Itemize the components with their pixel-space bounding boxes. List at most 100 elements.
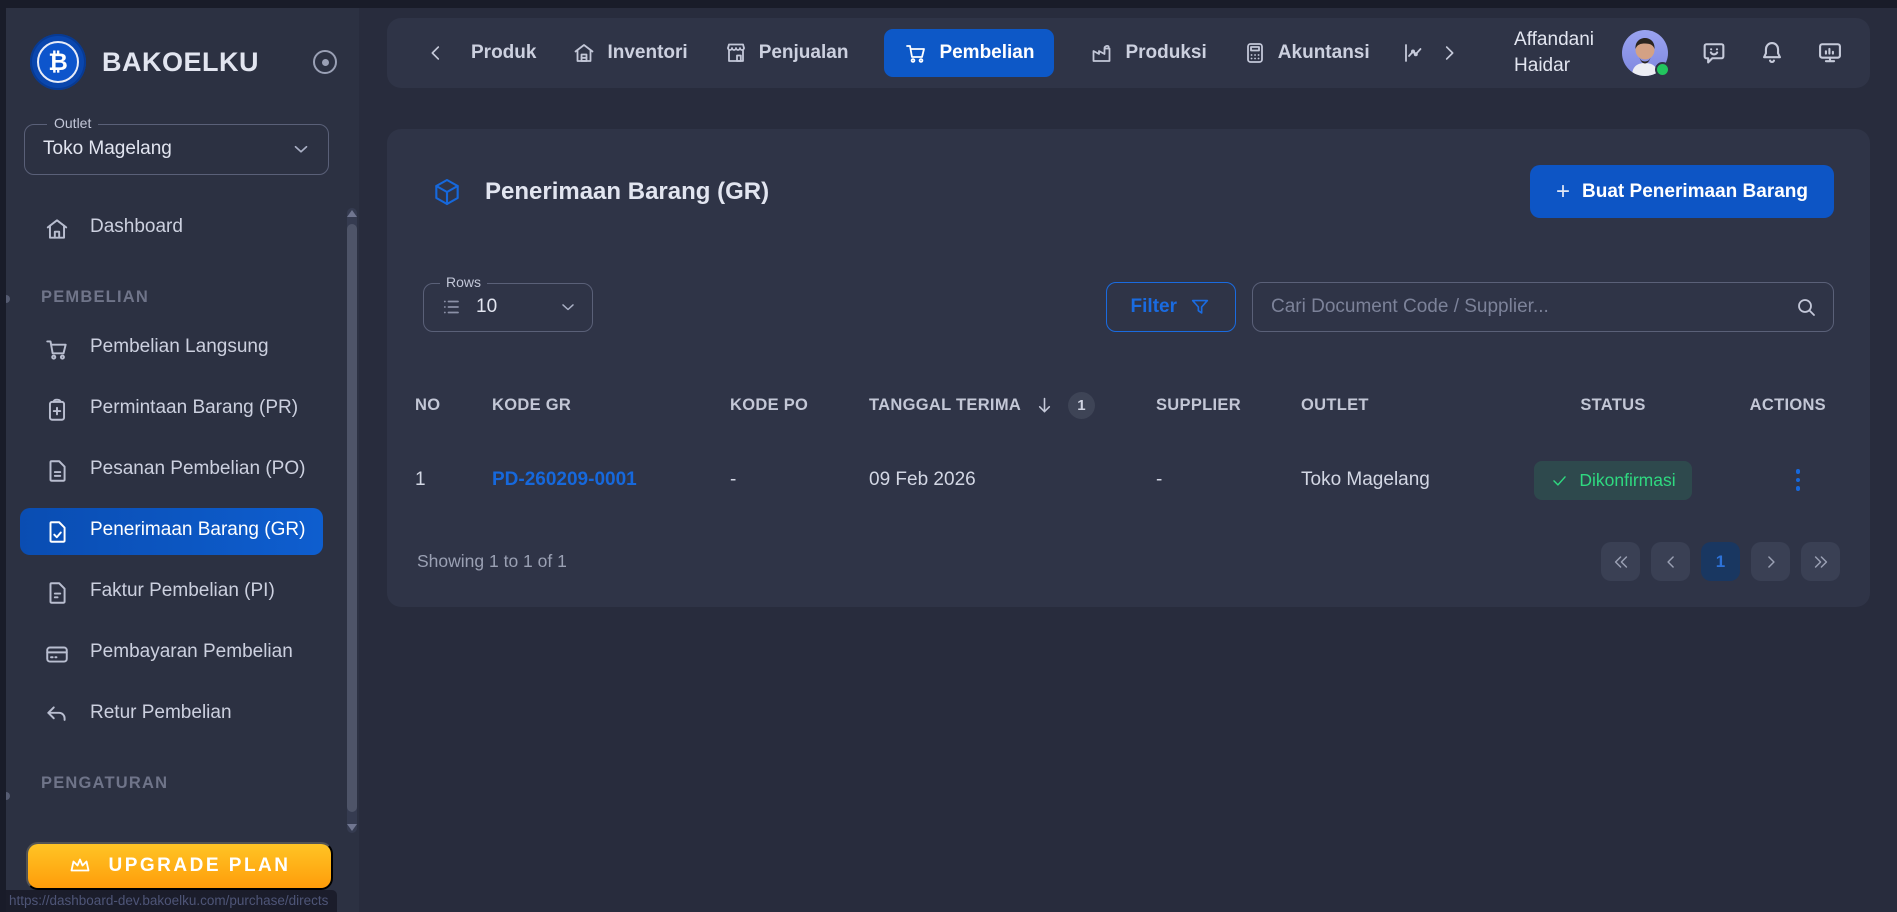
pagination-summary: Showing 1 to 1 of 1 (417, 551, 567, 572)
nav-items: Produk Inventori Penjualan Pembelian (471, 29, 1370, 77)
plus-icon: + (1556, 178, 1570, 206)
feedback-chat-icon[interactable] (1700, 39, 1728, 67)
clipboard-plus-icon (44, 397, 70, 423)
status-label: Dikonfirmasi (1579, 470, 1675, 491)
upgrade-plan-button[interactable]: UPGRADE PLAN (26, 842, 333, 890)
browser-link-preview: https://dashboard-dev.bakoelku.com/purch… (0, 890, 337, 912)
nav-item-penjualan[interactable]: Penjualan (724, 41, 849, 65)
user-name[interactable]: Affandani Haidar (1514, 27, 1594, 78)
sidebar-item-pembelian-langsung[interactable]: Pembelian Langsung (20, 325, 323, 372)
notifications-bell-icon[interactable] (1758, 39, 1786, 67)
chart-icon[interactable] (1402, 41, 1426, 65)
col-header-kode-gr[interactable]: KODE GR (492, 396, 730, 415)
search-icon[interactable] (1794, 295, 1818, 319)
file-invoice-icon (44, 580, 70, 606)
topbar-icons (1700, 39, 1844, 67)
nav-item-label: Pembelian (939, 42, 1034, 64)
filter-button-label: Filter (1131, 296, 1177, 318)
sidebar-item-permintaan-barang[interactable]: Permintaan Barang (PR) (20, 386, 323, 433)
monitor-activity-icon[interactable] (1816, 39, 1844, 67)
col-header-tanggal-terima[interactable]: TANGGAL TERIMA 1 (869, 392, 1156, 419)
filter-button[interactable]: Filter (1106, 282, 1236, 332)
nav-item-produk[interactable]: Produk (471, 42, 536, 64)
col-header-outlet[interactable]: OUTLET (1301, 396, 1528, 415)
sidebar-item-label: Pesanan Pembelian (PO) (90, 457, 305, 482)
page-number-button[interactable]: 1 (1701, 542, 1740, 581)
sidebar-item-label: Pembelian Langsung (90, 335, 269, 360)
col-header-kode-po[interactable]: KODE PO (730, 396, 869, 415)
rows-per-page-select[interactable]: Rows 10 (423, 283, 593, 332)
scrollbar-down-arrow[interactable] (347, 824, 357, 831)
sidebar-section-pembelian: PEMBELIAN (41, 288, 359, 307)
next-page-button[interactable] (1751, 542, 1790, 581)
nav-item-label: Penjualan (759, 42, 849, 64)
outlet-selector[interactable]: Outlet Toko Magelang (24, 124, 329, 175)
cell-kode-gr-link[interactable]: PD-260209-0001 (492, 469, 730, 491)
user-last-name: Haidar (1514, 53, 1594, 79)
sidebar-item-label: Pembayaran Pembelian (90, 640, 293, 665)
nav-item-akuntansi[interactable]: Akuntansi (1243, 41, 1370, 65)
sidebar-item-penerimaan-barang[interactable]: Penerimaan Barang (GR) (20, 508, 323, 555)
bitcoin-coin-icon: ₿ (37, 41, 79, 83)
cell-kode-po: - (730, 469, 869, 491)
sidebar-collapse-icon[interactable] (313, 50, 337, 74)
table-controls: Rows 10 Filter (423, 282, 1834, 332)
page-title: Penerimaan Barang (GR) (485, 178, 769, 206)
pagination: 1 (1601, 542, 1840, 581)
col-header-no[interactable]: NO (415, 396, 492, 415)
rows-value: 10 (476, 296, 497, 318)
col-header-supplier[interactable]: SUPPLIER (1156, 396, 1301, 415)
cart-icon (904, 41, 928, 65)
sidebar-item-label: Faktur Pembelian (PI) (90, 579, 275, 604)
row-actions-kebab-icon[interactable] (1792, 465, 1805, 495)
cell-no: 1 (415, 469, 492, 491)
nav-item-inventori[interactable]: Inventori (572, 41, 687, 65)
sidebar-item-pembayaran-pembelian[interactable]: Pembayaran Pembelian (20, 630, 323, 677)
prev-page-button[interactable] (1651, 542, 1690, 581)
scrollbar-thumb[interactable] (347, 224, 357, 812)
scrollbar-up-arrow[interactable] (347, 210, 357, 217)
cell-status: Dikonfirmasi (1528, 461, 1698, 500)
sidebar-menu: Dashboard PEMBELIAN Pembelian Langsung P… (6, 205, 359, 793)
col-header-status[interactable]: STATUS (1528, 396, 1698, 415)
user-first-name: Affandani (1514, 27, 1594, 53)
sidebar-item-label: Dashboard (90, 215, 183, 240)
warehouse-icon (572, 41, 596, 65)
cube-icon (431, 176, 463, 208)
status-badge: Dikonfirmasi (1534, 461, 1691, 500)
sidebar-scrollbar[interactable] (347, 208, 357, 833)
sidebar-item-faktur-pembelian[interactable]: Faktur Pembelian (PI) (20, 569, 323, 616)
table-footer: Showing 1 to 1 of 1 1 (387, 516, 1870, 581)
nav-item-label: Produksi (1125, 42, 1206, 64)
sidebar-item-dashboard[interactable]: Dashboard (20, 205, 323, 252)
return-arrow-icon (44, 702, 70, 728)
sidebar-item-pesanan-pembelian[interactable]: Pesanan Pembelian (PO) (20, 447, 323, 494)
sidebar-section-pengaturan: PENGATURAN (41, 774, 359, 793)
create-goods-receipt-button[interactable]: + Buat Penerimaan Barang (1530, 165, 1834, 218)
search-input[interactable] (1252, 282, 1834, 332)
cell-actions (1698, 465, 1840, 495)
sidebar: ₿ BAKOELKU Outlet Toko Magelang Dashboar… (6, 8, 359, 912)
brand-logo: ₿ (30, 34, 86, 90)
app-window: ₿ BAKOELKU Outlet Toko Magelang Dashboar… (0, 0, 1897, 912)
first-page-button[interactable] (1601, 542, 1640, 581)
cell-supplier: - (1156, 469, 1301, 491)
nav-scroll-right-icon[interactable] (1438, 42, 1460, 64)
last-page-button[interactable] (1801, 542, 1840, 581)
nav-item-produksi[interactable]: Produksi (1090, 41, 1206, 65)
online-status-dot (1655, 62, 1670, 77)
col-header-label: TANGGAL TERIMA (869, 396, 1021, 415)
brand-name: BAKOELKU (102, 47, 259, 78)
sort-desc-arrow-icon[interactable] (1034, 395, 1055, 416)
check-icon (1550, 471, 1569, 490)
sidebar-item-label: Retur Pembelian (90, 701, 232, 726)
file-lines-icon (44, 458, 70, 484)
table-row: 1 PD-260209-0001 - 09 Feb 2026 - Toko Ma… (387, 444, 1870, 516)
content-card: Penerimaan Barang (GR) + Buat Penerimaan… (387, 129, 1870, 607)
cart-icon (44, 336, 70, 362)
nav-scroll-left-icon[interactable] (425, 42, 447, 64)
nav-item-pembelian[interactable]: Pembelian (884, 29, 1054, 77)
outlet-value: Toko Magelang (43, 138, 172, 160)
avatar[interactable] (1622, 30, 1668, 76)
sidebar-item-retur-pembelian[interactable]: Retur Pembelian (20, 691, 323, 738)
